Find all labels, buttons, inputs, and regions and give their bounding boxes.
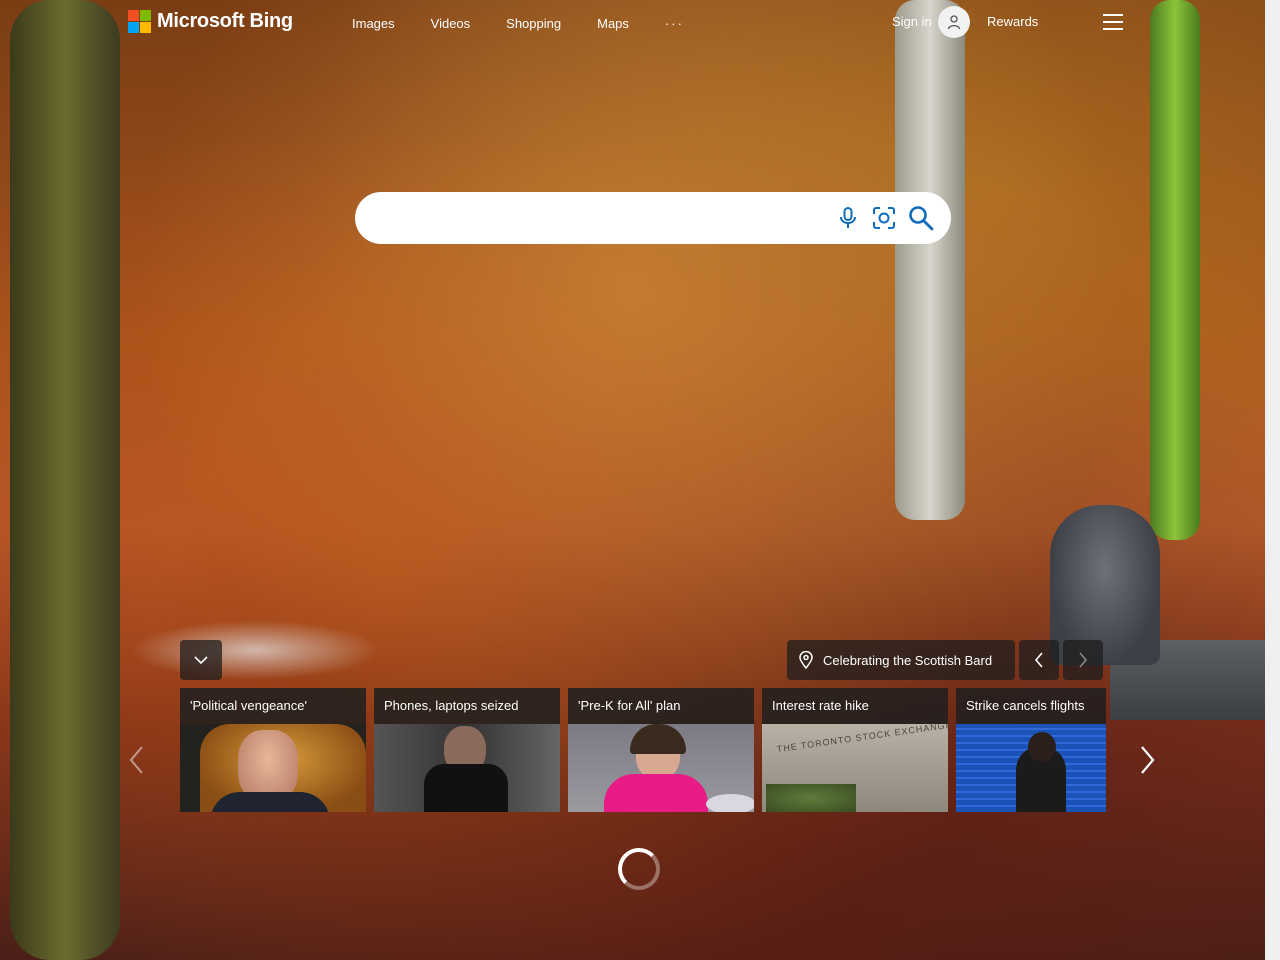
image-caption-button[interactable]: Celebrating the Scottish Bard [787,640,1015,680]
news-card[interactable]: 'Political vengeance' [180,688,366,812]
nav-videos[interactable]: Videos [431,16,471,31]
chevron-right-icon [1079,652,1088,668]
search-input[interactable] [375,204,819,234]
news-card-title: Phones, laptops seized [374,688,560,724]
microphone-icon[interactable] [835,205,861,231]
chevron-down-icon [194,656,208,664]
news-card[interactable]: Strike cancels flights [956,688,1106,812]
user-avatar-icon[interactable] [938,6,970,38]
microsoft-logo-icon [128,10,151,33]
news-card[interactable]: 'Pre-K for All' plan [568,688,754,812]
nav-images[interactable]: Images [352,16,395,31]
news-card-thumbnail [956,724,1106,812]
carousel-next-button[interactable] [1136,740,1160,780]
news-carousel: 'Political vengeance' Phones, laptops se… [180,688,1106,812]
chevron-right-icon [1141,746,1155,774]
news-card-title: 'Pre-K for All' plan [568,688,754,724]
nav-more-button[interactable]: ··· [665,16,684,31]
background-image [0,0,1265,960]
hamburger-menu-icon[interactable] [1103,14,1123,30]
image-caption: Celebrating the Scottish Bard [823,652,993,668]
visual-search-icon[interactable] [871,205,897,231]
search-box [355,192,951,244]
news-card-thumbnail [180,724,366,812]
rewards-link[interactable]: Rewards [987,14,1038,29]
news-card-thumbnail [568,724,754,812]
tree-trunk [895,0,965,520]
news-card[interactable]: Interest rate hike THE TORONTO STOCK EXC… [762,688,948,812]
chevron-left-icon [129,746,143,774]
carousel-previous-button[interactable] [124,740,148,780]
collapse-feed-button[interactable] [180,640,222,680]
search-icon[interactable] [908,205,934,231]
nav-maps[interactable]: Maps [597,16,629,31]
tree-trunk [1150,0,1200,540]
nav-shopping[interactable]: Shopping [506,16,561,31]
location-pin-icon [799,651,813,669]
news-card-thumbnail [374,724,560,812]
chevron-left-icon [1034,652,1043,668]
bing-logo[interactable]: Microsoft Bing [128,10,293,33]
logo-text: Microsoft Bing [157,10,293,32]
waterfall [130,620,380,680]
top-nav: Images Videos Shopping Maps ··· [352,16,720,31]
news-card-thumbnail: THE TORONTO STOCK EXCHANGE [762,724,948,812]
tree-trunk [10,0,120,960]
news-card-title: Strike cancels flights [956,688,1106,724]
vertical-scrollbar[interactable] [1265,0,1280,960]
building-inscription: THE TORONTO STOCK EXCHANGE [776,724,948,755]
previous-image-button[interactable] [1019,640,1059,680]
next-image-button[interactable] [1063,640,1103,680]
news-card-title: Interest rate hike [762,688,948,724]
news-card-title: 'Political vengeance' [180,688,366,724]
loading-spinner-icon [618,848,660,890]
news-card[interactable]: Phones, laptops seized [374,688,560,812]
sign-in-link[interactable]: Sign in [892,14,932,29]
